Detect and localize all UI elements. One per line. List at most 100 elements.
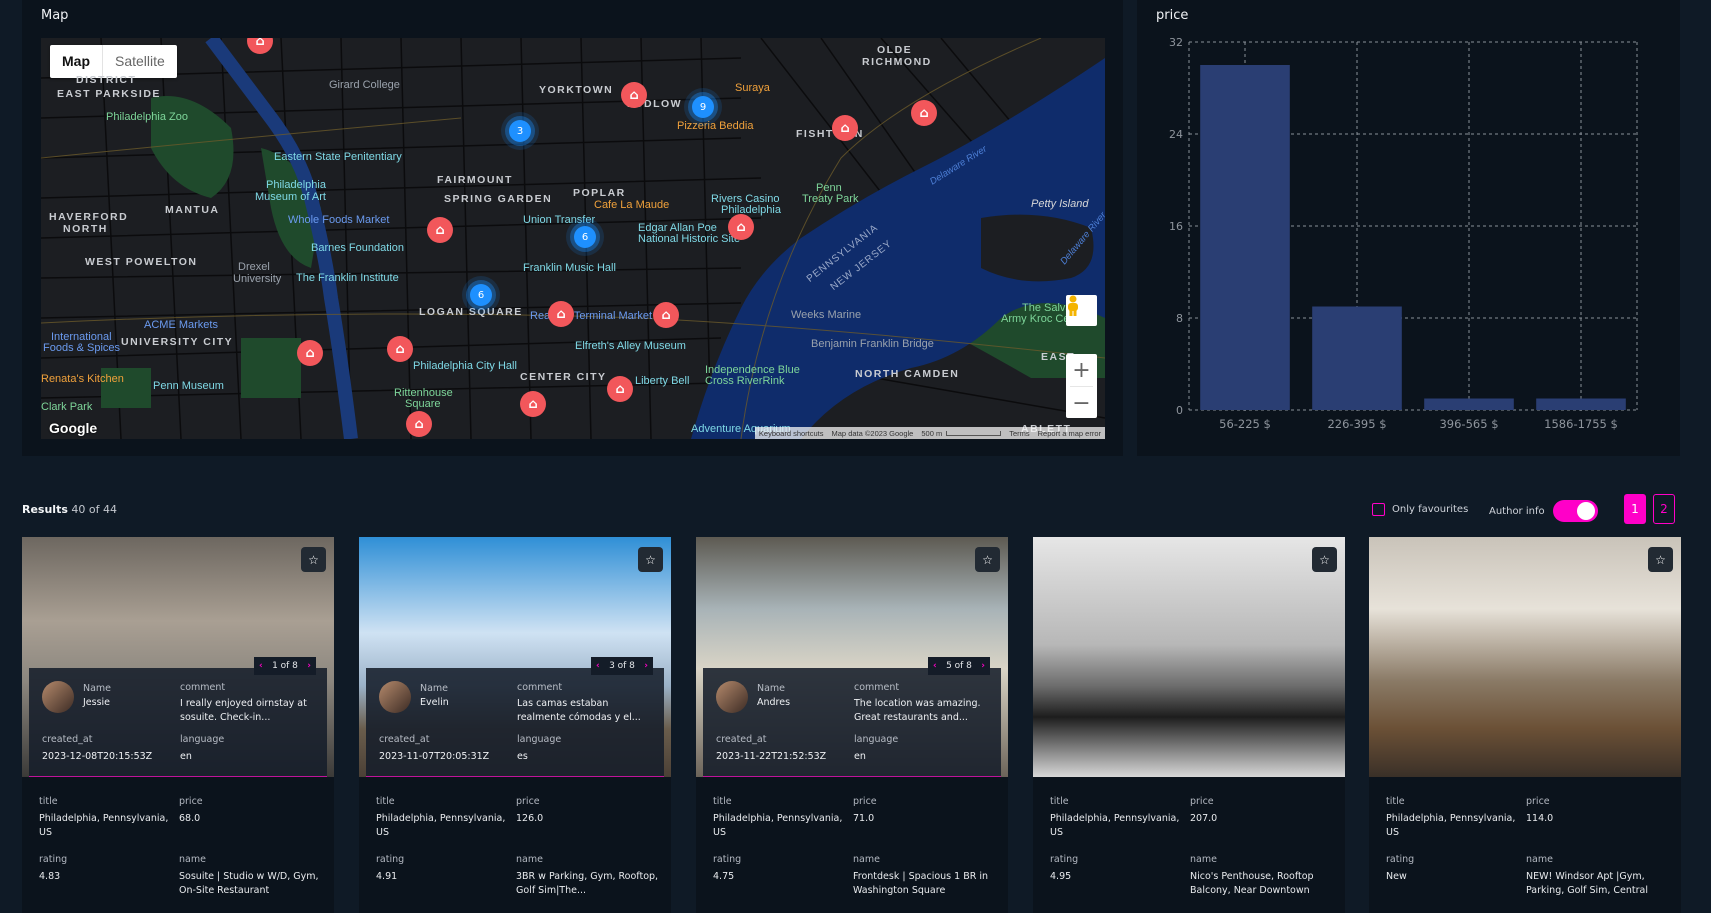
bar-2 [1312, 306, 1402, 410]
cluster-marker[interactable]: 9 [692, 96, 714, 118]
next-review-button[interactable]: › [644, 661, 648, 671]
listing-marker[interactable]: ⌂ [911, 100, 937, 126]
author-info-toggle[interactable] [1552, 500, 1598, 522]
map-label: Weeks Marine [791, 309, 862, 321]
map-label: CENTER CITY [520, 371, 607, 383]
title-label: title [39, 796, 58, 807]
created-at-value: 2023-12-08T20:15:53Z [42, 751, 153, 762]
author-info-toggle-group: Author info [1489, 500, 1598, 522]
listing-marker[interactable]: ⌂ [548, 301, 574, 327]
zoom-control: + − [1066, 354, 1097, 418]
next-review-button[interactable]: › [307, 661, 311, 671]
listing-card[interactable]: ☆ Name Evelin comment Las camas estaban … [359, 537, 671, 913]
zoom-out-button[interactable]: − [1066, 387, 1097, 419]
favourite-star-button[interactable]: ☆ [638, 547, 663, 572]
map-label: YORKTOWN [539, 84, 614, 96]
title-value: Philadelphia, Pennsylvania, US [39, 813, 169, 838]
created-at-label: created_at [42, 734, 93, 745]
price-label: price [853, 796, 877, 807]
price-value: 71.0 [853, 813, 875, 824]
listing-marker[interactable]: ⌂ [653, 302, 679, 328]
title-value: Philadelphia, Pennsylvania, US [1050, 813, 1180, 838]
map-label: Pizzeria Beddia [677, 120, 754, 132]
report-error-link[interactable]: Report a map error [1034, 429, 1105, 438]
name-value: NEW! Windsor Apt |Gym, Parking, Golf Sim… [1526, 871, 1648, 896]
listing-marker[interactable]: ⌂ [728, 214, 754, 240]
review-pager: ‹ 3 of 8 › [591, 657, 653, 675]
listing-card[interactable]: ☆ title Philadelphia, Pennsylvania, US p… [1369, 537, 1681, 913]
title-label: title [1050, 796, 1069, 807]
name-value: Nico's Penthouse, Rooftop Balcony, Near … [1190, 871, 1314, 896]
comment-label: comment [517, 682, 563, 693]
map-label: FAIRMOUNT [437, 174, 513, 186]
author-avatar [379, 681, 411, 713]
favourite-star-button[interactable]: ☆ [975, 547, 1000, 572]
author-name-label: Name [420, 683, 449, 694]
listing-details: title Philadelphia, Pennsylvania, US pri… [359, 777, 671, 913]
favourite-star-button[interactable]: ☆ [1312, 547, 1337, 572]
author-info-label: Author info [1489, 505, 1545, 517]
page-1-button[interactable]: 1 [1624, 494, 1646, 524]
listing-marker[interactable]: ⌂ [427, 217, 453, 243]
map-label: Clark Park [41, 401, 93, 413]
map-label: Penn Museum [153, 380, 224, 392]
map-panel: Map Map Satellite DISTRICT EAST PARKSIDE… [22, 0, 1123, 456]
created-at-label: created_at [716, 734, 767, 745]
listing-marker[interactable]: ⌂ [406, 411, 432, 437]
rating-label: rating [713, 854, 742, 865]
listing-card[interactable]: ☆ title Philadelphia, Pennsylvania, US p… [1033, 537, 1345, 913]
listing-marker[interactable]: ⌂ [832, 115, 858, 141]
rating-label: rating [1386, 854, 1415, 865]
map-label: Elfreth's Alley Museum [575, 340, 686, 352]
listing-marker[interactable]: ⌂ [621, 82, 647, 108]
comment-text: Las camas estaban realmente cómodas y el… [517, 698, 641, 723]
comment-text: I really enjoyed oirnstay at sosuite. Ch… [180, 698, 307, 723]
keyboard-shortcuts-link[interactable]: Keyboard shortcuts [755, 429, 828, 438]
map-label: POPLAR [573, 187, 626, 199]
next-review-button[interactable]: › [981, 661, 985, 671]
google-logo: Google [49, 420, 98, 436]
listing-card[interactable]: ☆ Name Andres comment The location was a… [696, 537, 1008, 913]
map-label: University [233, 273, 282, 285]
map-canvas[interactable]: Map Satellite DISTRICT EAST PARKSIDE MAN… [41, 38, 1105, 439]
map-label: Philadelphia City Hall [413, 360, 517, 372]
zoom-in-button[interactable]: + [1066, 354, 1097, 386]
author-review-panel: Name Jessie comment I really enjoyed oir… [29, 668, 327, 777]
price-value: 207.0 [1190, 813, 1218, 824]
map-label: RICHMOND [862, 56, 932, 68]
listing-marker[interactable]: ⌂ [520, 391, 546, 417]
listing-marker[interactable]: ⌂ [297, 340, 323, 366]
cluster-marker[interactable]: 6 [470, 284, 492, 306]
map-label: ACME Markets [144, 319, 218, 331]
listing-marker[interactable]: ⌂ [607, 376, 633, 402]
prev-review-button[interactable]: ‹ [596, 661, 600, 671]
created-at-value: 2023-11-22T21:52:53Z [716, 751, 827, 762]
only-favourites-filter[interactable]: Only favourites [1372, 503, 1468, 516]
listing-photo[interactable]: ☆ [1033, 537, 1345, 777]
page-2-button[interactable]: 2 [1653, 494, 1675, 524]
author-avatar [42, 681, 74, 713]
terms-link[interactable]: Terms [1005, 429, 1033, 438]
map-label: MANTUA [165, 204, 220, 216]
map-label: Philadelphia [266, 179, 326, 191]
results-summary: Results 40 of 44 [22, 503, 117, 516]
author-name-label: Name [757, 683, 786, 694]
cluster-marker[interactable]: 6 [574, 226, 596, 248]
listing-photo[interactable]: ☆ [1369, 537, 1681, 777]
cluster-marker[interactable]: 3 [509, 120, 531, 142]
listing-card[interactable]: ☆ Name Jessie comment I really enjoyed o… [22, 537, 334, 913]
listing-marker[interactable]: ⌂ [387, 336, 413, 362]
favourite-star-button[interactable]: ☆ [301, 547, 326, 572]
only-favourites-checkbox[interactable] [1372, 503, 1385, 516]
prev-review-button[interactable]: ‹ [933, 661, 937, 671]
map-label: HAVERFORD [49, 211, 129, 223]
y-tick-label: 8 [1176, 312, 1183, 325]
favourite-star-button[interactable]: ☆ [1648, 547, 1673, 572]
star-icon: ☆ [308, 552, 319, 567]
map-label: Benjamin Franklin Bridge [811, 338, 934, 350]
map-label: Girard College [329, 79, 400, 91]
map-label: SPRING GARDEN [444, 193, 553, 205]
street-view-pegman-icon[interactable] [1066, 295, 1097, 326]
prev-review-button[interactable]: ‹ [259, 661, 263, 671]
map-label: Eastern State Penitentiary [274, 151, 402, 163]
